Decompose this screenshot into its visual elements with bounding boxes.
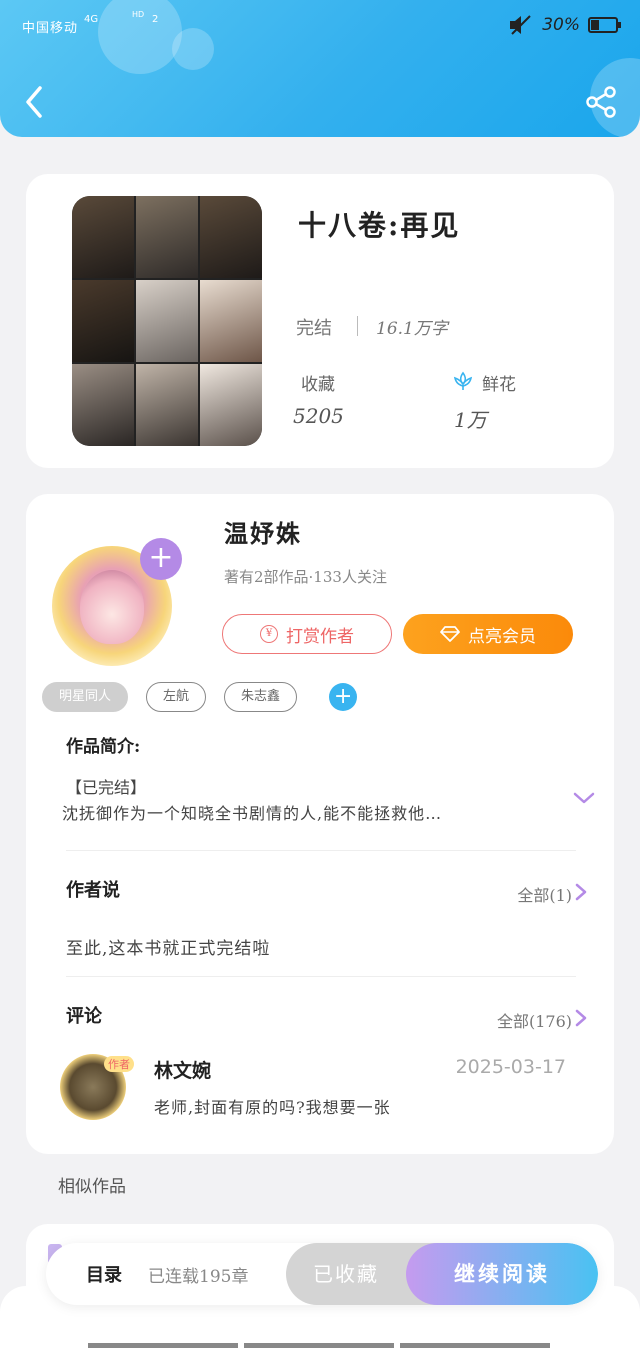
comments-more[interactable]: 全部(176) (497, 1008, 572, 1032)
comment-text[interactable]: 老师,封面有原的吗?我想要一张 (154, 1094, 391, 1118)
chevron-right-icon[interactable] (574, 882, 588, 902)
word-count: 16.1万字 (376, 319, 448, 339)
nav-segment[interactable] (244, 1343, 394, 1348)
divider (357, 316, 358, 336)
hd-label: HD (132, 10, 145, 19)
nav-segment[interactable] (88, 1343, 238, 1348)
network-label: 4G (84, 14, 99, 25)
yen-icon: ¥ (260, 625, 278, 643)
author-badge: 作者 (104, 1056, 134, 1072)
carrier-label: 中国移动 (22, 21, 79, 36)
comments-title: 评论 (66, 1006, 102, 1027)
tag-item[interactable]: 明星同人 (42, 682, 129, 712)
book-status: 完结 (296, 318, 332, 339)
avatar-face (80, 570, 144, 644)
tag-item[interactable]: 左航 (146, 682, 207, 712)
author-name[interactable]: 温妤姝 (224, 514, 302, 549)
battery-icon (588, 17, 621, 33)
status-bar: 中国移动 4G HD 2 30% (22, 10, 621, 40)
chevron-down-icon[interactable] (572, 788, 596, 808)
similar-works-title: 相似作品 (58, 1177, 126, 1197)
author-says-more[interactable]: 全部(1) (517, 882, 572, 906)
book-info-card: 十八卷:再见 完结 16.1万字 收藏 5205 鲜花 1万 (26, 174, 614, 468)
chevron-right-icon[interactable] (574, 1008, 588, 1028)
book-cover[interactable] (72, 196, 262, 446)
intro-label: 作品简介: (66, 737, 141, 757)
flowers-label: 鲜花 (482, 375, 516, 395)
header: 中国移动 4G HD 2 30% (0, 0, 640, 137)
favorites-label: 收藏 (301, 375, 335, 395)
intro-text[interactable]: 沈抚御作为一个知晓全书剧情的人,能不能拯救他… (62, 800, 552, 824)
comment-date: 2025-03-17 (455, 1056, 566, 1078)
toc-button[interactable]: 目录 (86, 1261, 122, 1287)
commenter-name[interactable]: 林文婉 (154, 1056, 211, 1083)
continue-reading-label: 继续阅读 (454, 1261, 550, 1286)
battery-fill (591, 20, 599, 30)
vip-label: 点亮会员 (468, 626, 536, 647)
tip-author-button[interactable]: ¥ 打赏作者 (222, 614, 392, 654)
back-button[interactable] (18, 82, 54, 122)
tag-item[interactable]: 朱志鑫 (224, 682, 298, 712)
action-bar: 目录 已连载195章 已收藏 继续阅读 (46, 1243, 598, 1305)
author-says-title: 作者说 (66, 880, 120, 901)
add-tag-button[interactable]: + (329, 683, 358, 711)
flower-icon (453, 371, 473, 390)
author-note-text[interactable]: 至此,这本书就正式完结啦 (66, 934, 270, 959)
wifi-label: 2 (152, 14, 159, 25)
battery-percent: 30% (542, 15, 580, 35)
book-title: 十八卷:再见 (298, 209, 461, 242)
author-stats: 著有2部作品·133人关注 (224, 568, 387, 586)
nav-segment[interactable] (400, 1343, 550, 1348)
tag-list: 明星同人 左航 朱志鑫 + (42, 682, 358, 712)
follow-author-button[interactable]: + (140, 538, 182, 580)
mute-icon (510, 15, 531, 35)
section-divider (66, 850, 576, 851)
share-button[interactable] (584, 84, 620, 120)
vip-button[interactable]: 点亮会员 (403, 614, 573, 654)
status-right: 30% (508, 14, 621, 36)
intro-status: 【已完结】 (66, 778, 147, 797)
section-divider (66, 976, 576, 977)
continue-reading-button[interactable]: 继续阅读 (406, 1243, 598, 1305)
diamond-icon (440, 626, 460, 642)
tip-author-label: 打赏作者 (286, 626, 354, 647)
collected-label: 已收藏 (313, 1262, 379, 1286)
flowers-value: 1万 (454, 408, 487, 432)
book-detail-card: + 温妤姝 著有2部作品·133人关注 ¥ 打赏作者 点亮会员 明星同人 左航 … (26, 494, 614, 1154)
chapters-count[interactable]: 已连载195章 (148, 1262, 248, 1287)
system-nav-bar (88, 1343, 550, 1348)
favorites-value: 5205 (293, 404, 344, 428)
